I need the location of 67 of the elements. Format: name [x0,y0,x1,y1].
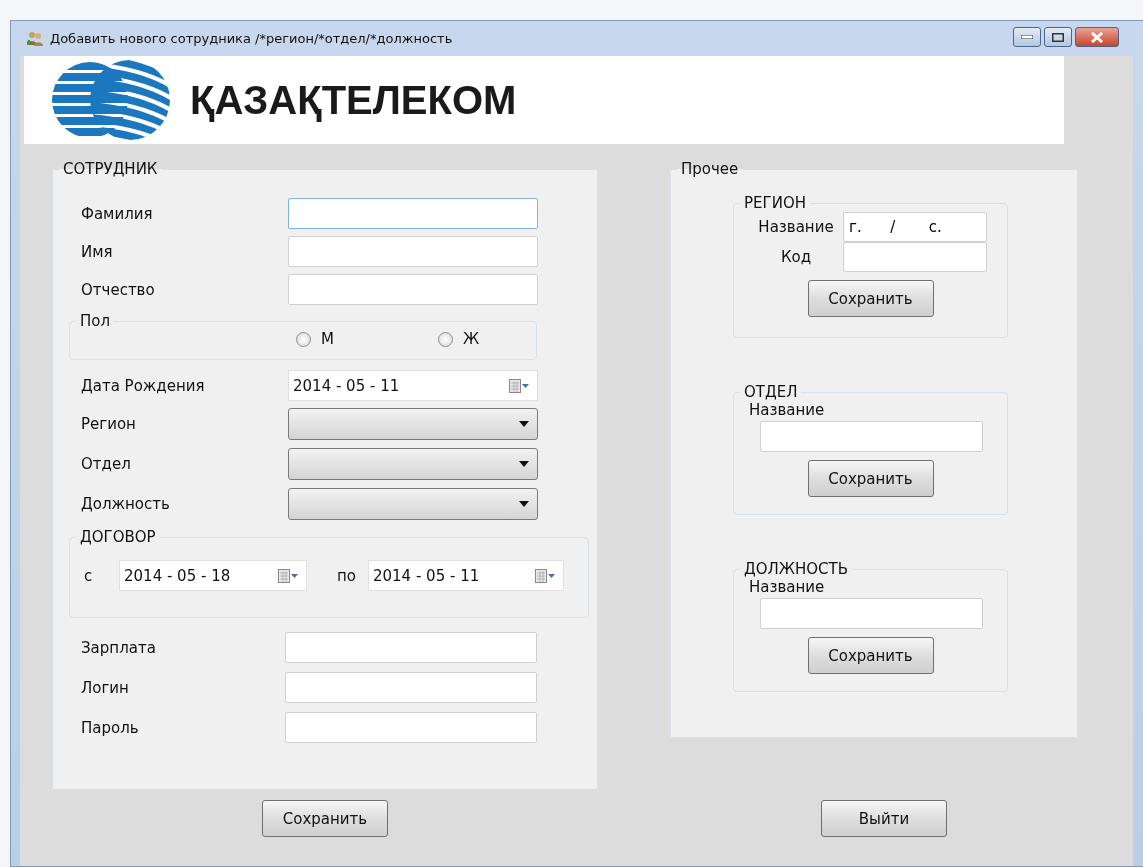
save-button[interactable]: Сохранить [807,637,934,674]
text-input[interactable] [288,198,538,229]
close-icon [1090,31,1104,43]
dropdown-arrow-icon[interactable] [519,501,529,507]
calendar-icon[interactable] [278,567,298,584]
maximize-button[interactable] [1044,27,1072,47]
radio-button[interactable] [437,331,453,347]
text-input[interactable] [288,236,538,267]
radio-button[interactable] [296,331,311,347]
field-label: Имя [81,242,114,261]
group-title: РЕГИОН [743,194,807,212]
field-label: Регион [81,415,137,433]
date-value: 2014 - 05 - 11 [293,376,400,395]
field-label: Дата Рождения [81,376,206,395]
people-icon [26,29,44,48]
minimize-icon [1021,35,1033,39]
maximize-icon [1052,32,1064,42]
field-label: Зарплата [81,638,157,657]
date-value: 2014 - 05 - 11 [373,566,480,585]
field-label: Логин [81,678,130,697]
field-label: Отчество [81,280,156,299]
group-title: ОТДЕЛ [743,383,799,401]
radio-label: М [321,330,334,348]
dropdown[interactable] [288,448,538,480]
group-title: Пол [79,312,112,330]
text-input[interactable] [285,632,537,663]
date-value: 2014 - 05 - 18 [124,566,231,585]
globe-logo-icon [50,60,170,140]
dropdown-arrow-icon[interactable] [519,421,529,427]
save-button[interactable]: Сохранить [807,460,934,497]
field-label: Название [757,218,835,236]
close-button[interactable] [1075,27,1119,47]
text-input[interactable]: г. / с. [843,212,987,242]
date-picker[interactable]: 2014 - 05 - 11 [368,560,564,591]
text-input[interactable] [760,598,983,629]
field-label: Должность [81,495,171,513]
group-title: ДОГОВОР [79,528,157,546]
field-label: Название [749,578,825,596]
text-input[interactable] [285,712,537,743]
dropdown[interactable] [288,408,538,440]
field-label: с [84,566,94,585]
field-label: Отдел [81,455,132,473]
calendar-icon[interactable] [535,567,555,584]
dropdown[interactable] [288,488,538,520]
field-label: Пароль [81,718,140,737]
text-input[interactable] [285,672,537,703]
save-button[interactable]: Сохранить [262,800,388,837]
minimize-button[interactable] [1013,27,1041,47]
field-label: Название [749,401,825,419]
radio-label: Ж [462,330,480,348]
save-button[interactable]: Сохранить [807,280,934,317]
field-label: Фамилия [81,204,154,223]
dropdown-arrow-icon[interactable] [519,461,529,467]
text-input[interactable] [760,421,983,452]
group-title: СОТРУДНИК [62,160,159,178]
date-picker[interactable]: 2014 - 05 - 18 [119,560,307,591]
window-title: Добавить нового сотрудника /*регион/*отдел/*должность [50,31,454,46]
group-title: Прочее [680,160,740,178]
date-picker[interactable]: 2014 - 05 - 11 [288,370,538,401]
exit-button[interactable]: Выйти [821,800,947,837]
group-title: ДОЛЖНОСТЬ [743,560,849,578]
field-label: Код [779,248,813,266]
text-input[interactable] [843,242,987,272]
calendar-icon[interactable] [509,377,529,394]
text-input[interactable] [288,274,538,305]
company-name: ҚАЗАҚТЕЛЕКОМ [190,77,517,123]
field-label: по [337,566,356,585]
